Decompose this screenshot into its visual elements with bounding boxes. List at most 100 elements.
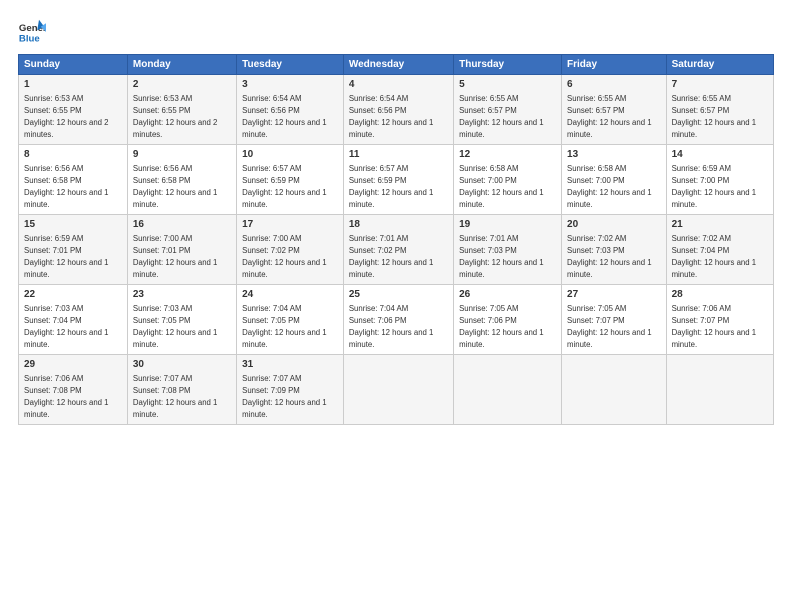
- day-number: 10: [242, 148, 338, 162]
- daylight-label: Daylight: 12 hours and 1 minute.: [459, 118, 544, 139]
- sunrise-info: Sunrise: 6:56 AM: [24, 164, 83, 173]
- calendar-cell: [454, 355, 562, 425]
- sunrise-info: Sunrise: 6:53 AM: [24, 94, 83, 103]
- sunrise-info: Sunrise: 6:58 AM: [459, 164, 518, 173]
- day-number: 24: [242, 288, 338, 302]
- calendar-table: SundayMondayTuesdayWednesdayThursdayFrid…: [18, 54, 774, 425]
- day-number: 21: [672, 218, 768, 232]
- sunrise-info: Sunrise: 7:03 AM: [24, 304, 83, 313]
- day-number: 26: [459, 288, 556, 302]
- header-thursday: Thursday: [454, 55, 562, 75]
- header-monday: Monday: [127, 55, 236, 75]
- daylight-label: Daylight: 12 hours and 1 minute.: [349, 188, 434, 209]
- calendar-cell: 22 Sunrise: 7:03 AM Sunset: 7:04 PM Dayligh…: [19, 285, 128, 355]
- calendar-cell: 28 Sunrise: 7:06 AM Sunset: 7:07 PM Dayligh…: [666, 285, 773, 355]
- calendar-cell: 2Sunrise: 6:53 AMSunset: 6:55 PMDaylight…: [127, 75, 236, 145]
- calendar-header-row: SundayMondayTuesdayWednesdayThursdayFrid…: [19, 55, 774, 75]
- daylight-label: Daylight: 12 hours and 1 minute.: [567, 118, 652, 139]
- calendar-cell: 19Sunrise: 7:01 AMSunset: 7:03 PMDayligh…: [454, 215, 562, 285]
- calendar-cell: 1Sunrise: 6:53 AMSunset: 6:55 PMDaylight…: [19, 75, 128, 145]
- calendar-cell: 17Sunrise: 7:00 AMSunset: 7:02 PMDayligh…: [237, 215, 344, 285]
- daylight-label: Daylight: 12 hours and 1 minute.: [133, 328, 218, 349]
- sunset-info: Sunset: 7:04 PM: [24, 316, 82, 325]
- calendar-cell: 26Sunrise: 7:05 AMSunset: 7:06 PMDayligh…: [454, 285, 562, 355]
- day-number: 11: [349, 148, 448, 162]
- day-number: 28: [672, 288, 768, 302]
- sunset-info: Sunset: 7:03 PM: [459, 246, 517, 255]
- daylight-label: Daylight: 12 hours and 1 minute.: [24, 188, 109, 209]
- sunrise-info: Sunrise: 6:55 AM: [567, 94, 626, 103]
- daylight-label: Daylight: 12 hours and 1 minute.: [24, 328, 109, 349]
- header-tuesday: Tuesday: [237, 55, 344, 75]
- calendar-cell: 7Sunrise: 6:55 AMSunset: 6:57 PMDaylight…: [666, 75, 773, 145]
- logo-icon: General Blue: [18, 18, 46, 46]
- day-number: 17: [242, 218, 338, 232]
- sunset-info: Sunset: 7:00 PM: [567, 176, 625, 185]
- calendar-cell: 8Sunrise: 6:56 AMSunset: 6:58 PMDaylight…: [19, 145, 128, 215]
- sunset-info: Sunset: 7:00 PM: [672, 176, 730, 185]
- sunrise-info: Sunrise: 7:01 AM: [459, 234, 518, 243]
- sunset-info: Sunset: 7:02 PM: [349, 246, 407, 255]
- sunset-info: Sunset: 7:02 PM: [242, 246, 300, 255]
- daylight-label: Daylight: 12 hours and 1 minute.: [242, 188, 327, 209]
- sunrise-info: Sunrise: 7:06 AM: [672, 304, 731, 313]
- sunrise-info: Sunrise: 6:55 AM: [672, 94, 731, 103]
- day-number: 14: [672, 148, 768, 162]
- calendar-week-4: 22 Sunrise: 7:03 AM Sunset: 7:04 PM Dayligh…: [19, 285, 774, 355]
- sunset-info: Sunset: 6:55 PM: [24, 106, 82, 115]
- sunset-info: Sunset: 7:05 PM: [242, 316, 300, 325]
- sunset-info: Sunset: 6:57 PM: [459, 106, 517, 115]
- day-number: 2: [133, 78, 231, 92]
- sunrise-info: Sunrise: 7:05 AM: [459, 304, 518, 313]
- sunrise-info: Sunrise: 7:07 AM: [242, 374, 301, 383]
- day-number: 1: [24, 78, 122, 92]
- header-saturday: Saturday: [666, 55, 773, 75]
- day-number: 5: [459, 78, 556, 92]
- sunrise-info: Sunrise: 7:07 AM: [133, 374, 192, 383]
- calendar-cell: 23Sunrise: 7:03 AMSunset: 7:05 PMDayligh…: [127, 285, 236, 355]
- sunrise-info: Sunrise: 7:02 AM: [567, 234, 626, 243]
- sunrise-info: Sunrise: 7:00 AM: [133, 234, 192, 243]
- day-number: 3: [242, 78, 338, 92]
- sunrise-info: Sunrise: 7:04 AM: [349, 304, 408, 313]
- daylight-label: Daylight: 12 hours and 1 minute.: [349, 258, 434, 279]
- day-number: 23: [133, 288, 231, 302]
- daylight-label: Daylight: 12 hours and 1 minute.: [349, 328, 434, 349]
- sunrise-info: Sunrise: 7:02 AM: [672, 234, 731, 243]
- day-number: 9: [133, 148, 231, 162]
- sunset-info: Sunset: 6:57 PM: [567, 106, 625, 115]
- sunset-info: Sunset: 7:04 PM: [672, 246, 730, 255]
- sunrise-info: Sunrise: 6:59 AM: [672, 164, 731, 173]
- daylight-label: Daylight: 12 hours and 1 minute.: [672, 188, 757, 209]
- daylight-label: Daylight: 12 hours and 1 minute.: [133, 188, 218, 209]
- sunrise-info: Sunrise: 7:00 AM: [242, 234, 301, 243]
- day-number: 15: [24, 218, 122, 232]
- calendar-cell: 16Sunrise: 7:00 AMSunset: 7:01 PMDayligh…: [127, 215, 236, 285]
- calendar-cell: 11Sunrise: 6:57 AMSunset: 6:59 PMDayligh…: [343, 145, 453, 215]
- sunset-info: Sunset: 7:07 PM: [672, 316, 730, 325]
- day-number: 22: [24, 288, 122, 302]
- sunrise-info: Sunrise: 6:54 AM: [349, 94, 408, 103]
- header-sunday: Sunday: [19, 55, 128, 75]
- sunset-info: Sunset: 6:58 PM: [24, 176, 82, 185]
- sunset-info: Sunset: 7:06 PM: [459, 316, 517, 325]
- daylight-label: Daylight: 12 hours and 1 minute.: [672, 328, 757, 349]
- day-number: 16: [133, 218, 231, 232]
- sunrise-info: Sunrise: 6:57 AM: [242, 164, 301, 173]
- calendar-cell: 14 Sunrise: 6:59 AM Sunset: 7:00 PM Dayligh…: [666, 145, 773, 215]
- calendar-cell: 5Sunrise: 6:55 AMSunset: 6:57 PMDaylight…: [454, 75, 562, 145]
- calendar-cell: 24Sunrise: 7:04 AMSunset: 7:05 PMDayligh…: [237, 285, 344, 355]
- day-number: 18: [349, 218, 448, 232]
- sunrise-info: Sunrise: 7:03 AM: [133, 304, 192, 313]
- calendar-cell: 4Sunrise: 6:54 AMSunset: 6:56 PMDaylight…: [343, 75, 453, 145]
- daylight-label: Daylight: 12 hours and 1 minute.: [242, 328, 327, 349]
- sunset-info: Sunset: 7:01 PM: [24, 246, 82, 255]
- daylight-label: Daylight: 12 hours and 1 minute.: [567, 188, 652, 209]
- calendar-cell: 6Sunrise: 6:55 AMSunset: 6:57 PMDaylight…: [562, 75, 667, 145]
- daylight-label: Daylight: 12 hours and 1 minute.: [242, 398, 327, 419]
- sunrise-info: Sunrise: 6:58 AM: [567, 164, 626, 173]
- calendar-cell: 3Sunrise: 6:54 AMSunset: 6:56 PMDaylight…: [237, 75, 344, 145]
- daylight-label: Daylight: 12 hours and 1 minute.: [24, 258, 109, 279]
- sunset-info: Sunset: 7:08 PM: [133, 386, 191, 395]
- sunset-info: Sunset: 7:01 PM: [133, 246, 191, 255]
